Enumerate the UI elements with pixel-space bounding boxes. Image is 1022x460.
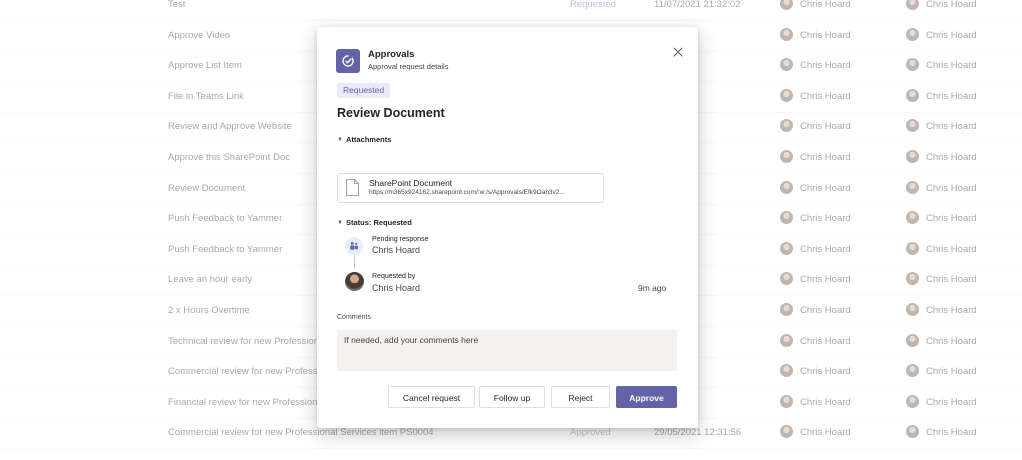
timeline-requested-label: Requested by (372, 273, 416, 280)
close-icon[interactable] (671, 45, 685, 59)
timeline-requested-person: Chris Hoard (372, 283, 421, 293)
approvals-icon (336, 49, 360, 73)
timeline-requested-time: 9m ago (638, 283, 667, 293)
follow-up-button[interactable]: Follow up (479, 386, 545, 408)
timeline-pending-person: Chris Hoard (372, 245, 421, 255)
app-name: Approvals (368, 49, 415, 60)
status-badge: Requested (337, 83, 391, 98)
comments-label: Comments (337, 314, 371, 321)
app-subtitle: Approval request details (368, 62, 449, 71)
request-title: Review Document (337, 106, 445, 120)
document-icon (346, 179, 359, 196)
attachments-section-toggle[interactable]: ▼ Attachments (337, 135, 391, 144)
reject-button[interactable]: Reject (551, 386, 610, 408)
attachments-label: Attachments (345, 135, 392, 144)
attachment-card[interactable]: SharePoint Document https://m365x924162.… (337, 173, 604, 203)
status-section-label: Status: Requested (345, 218, 412, 227)
status-section-toggle[interactable]: ▼ Status: Requested (337, 218, 412, 227)
chevron-down-icon: ▼ (337, 220, 343, 226)
attachment-url: https://m365x924162.sharepoint.com/:w:/s… (369, 189, 565, 196)
attachment-name: SharePoint Document (369, 178, 453, 188)
comments-input[interactable] (337, 330, 677, 371)
avatar (345, 272, 364, 291)
timeline-pending-label: Pending response (372, 236, 429, 243)
approve-button[interactable]: Approve (616, 386, 677, 408)
chevron-down-icon: ▼ (337, 137, 343, 143)
approval-details-dialog: Approvals Approval request details Reque… (317, 27, 698, 428)
cancel-request-button[interactable]: Cancel request (388, 386, 475, 408)
teams-icon (345, 237, 363, 255)
